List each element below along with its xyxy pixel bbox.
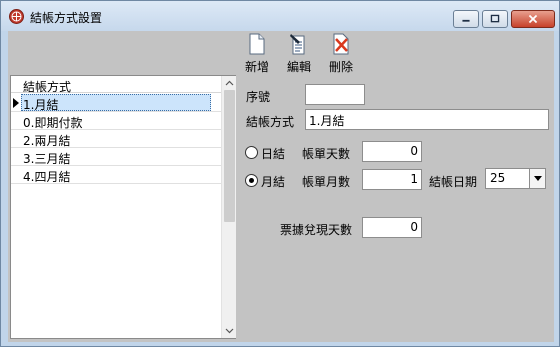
days-field[interactable]: 0 bbox=[362, 141, 422, 162]
delete-document-icon bbox=[333, 33, 349, 55]
current-row-arrow-icon bbox=[13, 98, 19, 108]
monthly-radio-label[interactable]: 月結 bbox=[261, 173, 285, 190]
days-label: 帳單天數 bbox=[302, 147, 351, 161]
ticket-days-label: 票據兌現天數 bbox=[280, 223, 353, 237]
globe-icon bbox=[9, 9, 24, 24]
new-document-icon bbox=[249, 33, 265, 55]
table-row[interactable]: 4.四月結 bbox=[11, 166, 221, 184]
delete-button[interactable]: 刪除 bbox=[326, 33, 356, 75]
table-row[interactable]: 1.月結 bbox=[11, 94, 221, 112]
row-label: 1.月結 bbox=[23, 98, 59, 112]
scrollbar-thumb[interactable] bbox=[224, 90, 235, 222]
app-window: 結帳方式設置 新增 編輯 刪除 結帳方式 1.月結 0.即期付款 2.兩月結 3… bbox=[0, 0, 560, 347]
edit-button[interactable]: 編輯 bbox=[284, 33, 314, 75]
row-label: 3.三月結 bbox=[23, 152, 71, 166]
table-row[interactable]: 0.即期付款 bbox=[11, 112, 221, 130]
grid-header-label: 結帳方式 bbox=[23, 80, 72, 94]
edit-button-label: 編輯 bbox=[286, 60, 311, 74]
method-field[interactable]: 1.月結 bbox=[305, 109, 549, 130]
close-day-value: 25 bbox=[490, 171, 506, 185]
months-field[interactable]: 1 bbox=[362, 169, 422, 190]
table-row[interactable]: 2.兩月結 bbox=[11, 130, 221, 148]
edit-document-icon bbox=[290, 34, 305, 55]
maximize-button[interactable] bbox=[482, 10, 508, 28]
daily-radio[interactable] bbox=[245, 146, 258, 159]
method-label: 結帳方式 bbox=[246, 115, 295, 129]
delete-button-label: 刪除 bbox=[328, 60, 353, 74]
vertical-scrollbar[interactable] bbox=[221, 76, 236, 338]
row-label: 4.四月結 bbox=[23, 170, 71, 184]
window-title: 結帳方式設置 bbox=[30, 11, 103, 25]
serial-field[interactable] bbox=[305, 84, 365, 105]
new-button-label: 新增 bbox=[244, 60, 269, 74]
chevron-down-icon[interactable] bbox=[529, 169, 545, 188]
row-label: 0.即期付款 bbox=[23, 116, 83, 130]
ticket-days-field[interactable]: 0 bbox=[362, 217, 422, 238]
months-label: 帳單月數 bbox=[302, 175, 351, 189]
monthly-radio[interactable] bbox=[245, 174, 258, 187]
minimize-button[interactable] bbox=[453, 10, 479, 28]
client-area: 新增 編輯 刪除 結帳方式 1.月結 0.即期付款 2.兩月結 3.三月結 4.… bbox=[8, 31, 554, 342]
title-bar: 結帳方式設置 bbox=[1, 1, 559, 31]
scroll-down-icon[interactable] bbox=[225, 326, 234, 335]
close-day-label: 結帳日期 bbox=[429, 175, 478, 189]
daily-radio-label[interactable]: 日結 bbox=[261, 145, 285, 162]
row-label: 2.兩月結 bbox=[23, 134, 71, 148]
close-button[interactable] bbox=[511, 10, 555, 28]
serial-label: 序號 bbox=[246, 90, 271, 104]
scroll-up-icon[interactable] bbox=[225, 79, 234, 88]
table-row[interactable]: 3.三月結 bbox=[11, 148, 221, 166]
payment-method-grid[interactable]: 結帳方式 1.月結 0.即期付款 2.兩月結 3.三月結 4.四月結 bbox=[10, 75, 236, 339]
grid-header: 結帳方式 bbox=[11, 76, 221, 94]
close-day-select[interactable]: 25 bbox=[485, 168, 546, 189]
new-button[interactable]: 新增 bbox=[244, 33, 270, 75]
